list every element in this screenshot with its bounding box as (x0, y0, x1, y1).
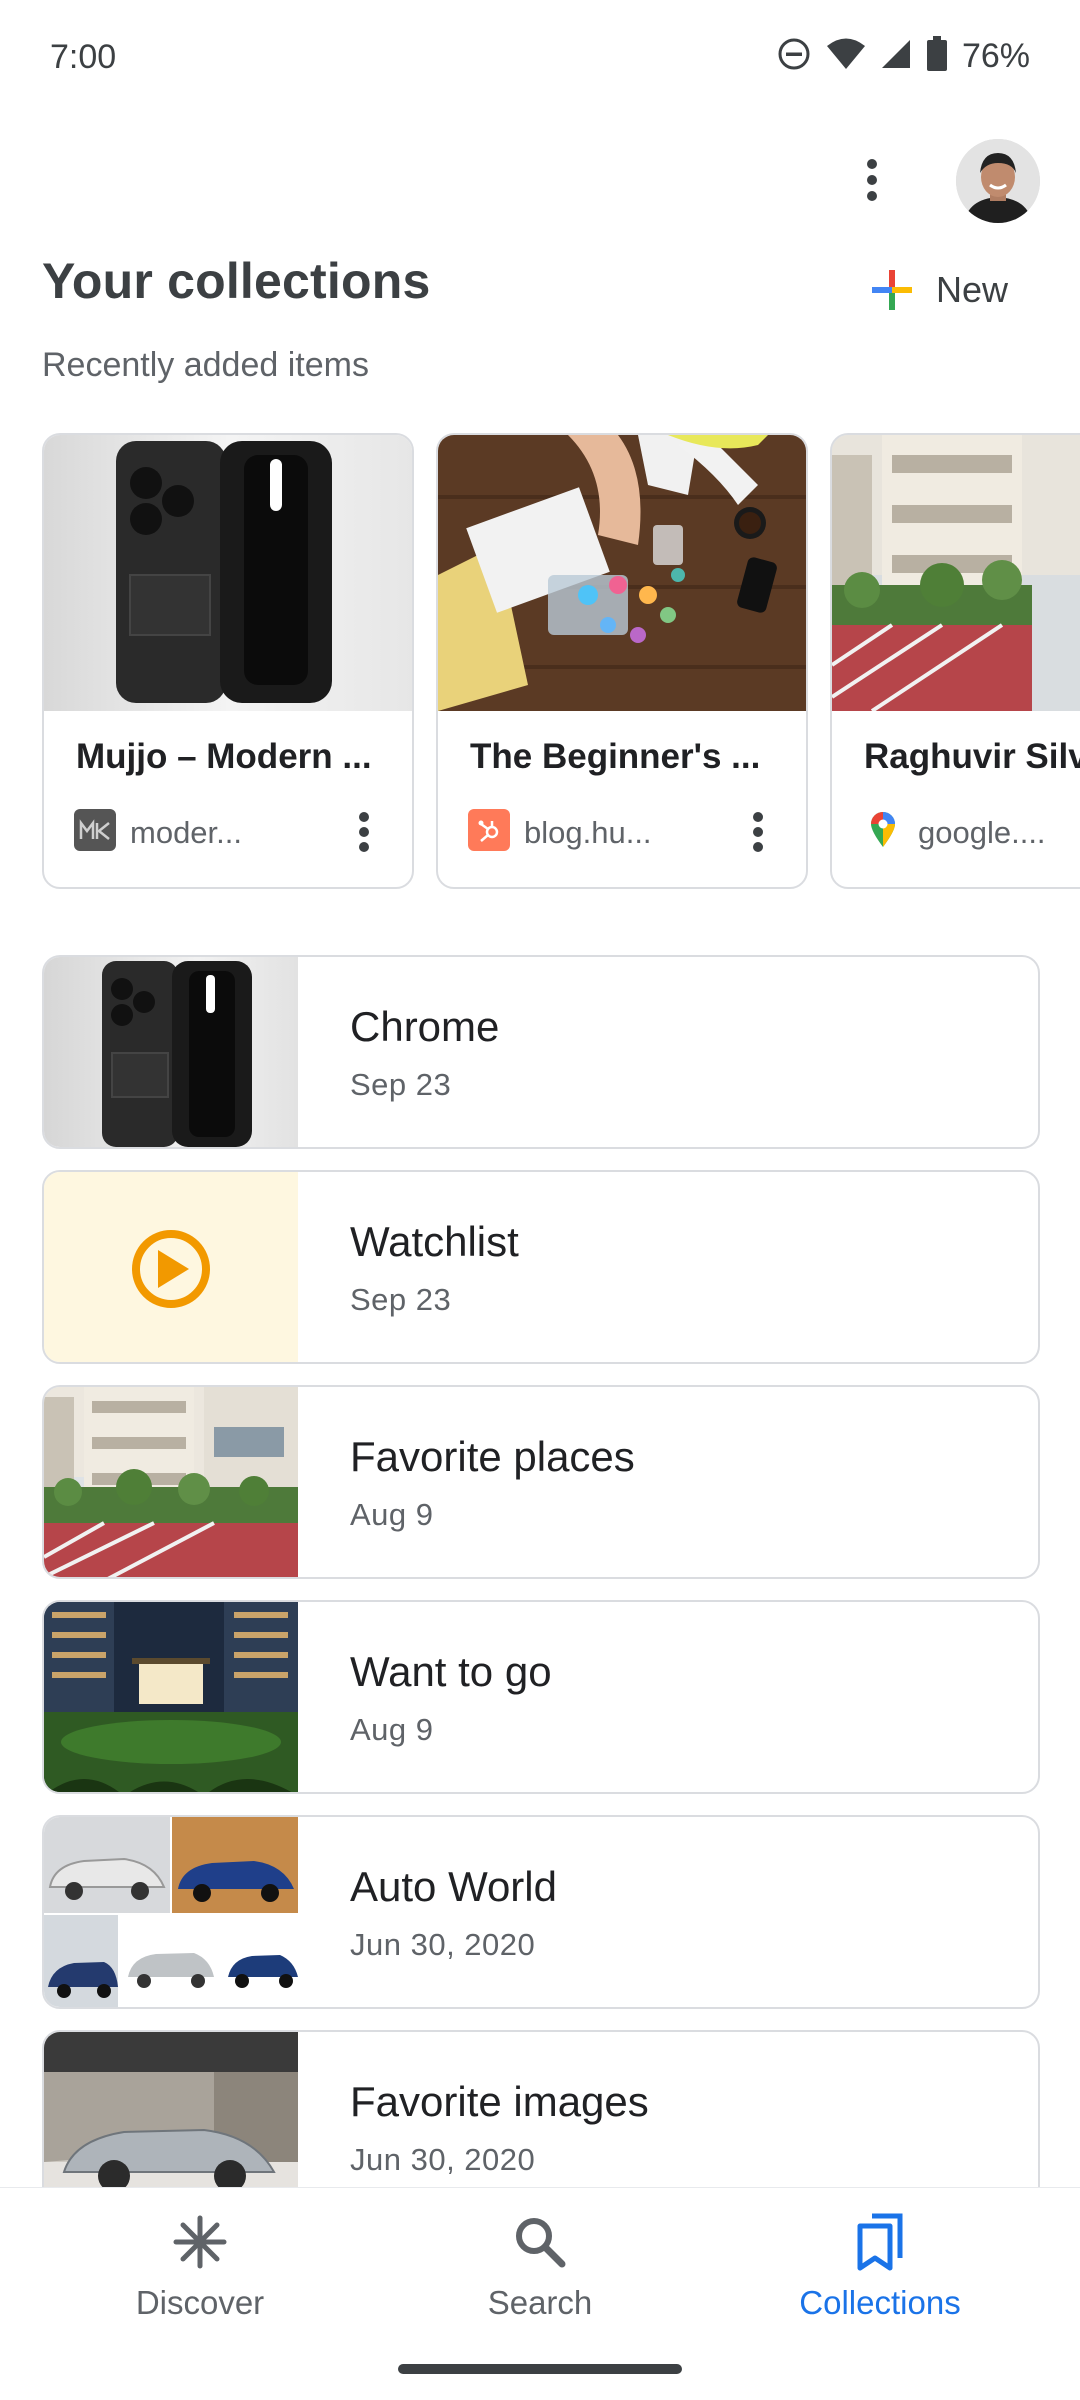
collection-item-watchlist[interactable]: Watchlist Sep 23 (42, 1170, 1040, 1364)
recent-item-title: Mujjo – Modern ... (76, 737, 372, 776)
account-avatar[interactable] (956, 139, 1040, 223)
nav-collections-label: Collections (799, 2284, 961, 2321)
nav-discover[interactable]: Discover (80, 2212, 320, 2342)
status-icons: 76% (776, 36, 1030, 77)
bookmarks-icon (857, 2213, 903, 2271)
collection-date: Sep 23 (350, 1282, 452, 1317)
recent-item-source: blog.hu... (524, 815, 652, 850)
asterisk-icon (173, 2215, 227, 2269)
nav-discover-label: Discover (135, 2284, 265, 2321)
collection-name: Want to go (350, 1648, 552, 1695)
home-indicator[interactable] (398, 2364, 682, 2374)
cell-signal-icon (880, 38, 912, 75)
new-collection-button[interactable]: New (870, 262, 1008, 318)
new-collection-label: New (936, 269, 1009, 310)
page-title: Your collections (42, 253, 431, 309)
battery-icon (926, 36, 948, 77)
item-more-button[interactable] (738, 797, 778, 867)
collection-date: Aug 9 (350, 1497, 434, 1532)
collection-date: Jun 30, 2020 (350, 2142, 536, 2177)
recent-item-source: moder... (130, 815, 242, 850)
nav-search[interactable]: Search (420, 2212, 660, 2342)
do-not-disturb-icon (776, 36, 812, 77)
collection-thumbnail (44, 1172, 298, 1362)
recent-item-title: Raghuvir Silv (864, 737, 1080, 776)
recent-item-image (438, 435, 806, 711)
collection-date: Aug 9 (350, 1712, 434, 1747)
recent-item-card[interactable]: Mujjo – Modern ... moder... (42, 433, 414, 889)
collection-item-favorite-places[interactable]: Favorite places Aug 9 (42, 1385, 1040, 1579)
status-time: 7:00 (50, 38, 117, 76)
maps-pin-favicon-icon (862, 809, 904, 851)
more-vert-icon (359, 812, 369, 852)
recent-items-carousel[interactable]: Mujjo – Modern ... moder... The Beginner… (42, 433, 1080, 891)
colorful-plus-icon (872, 270, 912, 310)
recent-item-source: google.... (918, 815, 1046, 850)
overflow-menu-button[interactable] (852, 146, 892, 214)
item-more-button[interactable] (344, 797, 384, 867)
status-bar: 7:00 76% (0, 0, 1080, 118)
mujjo-favicon-icon (74, 809, 116, 851)
collection-name: Watchlist (350, 1218, 519, 1265)
collection-date: Sep 23 (350, 1067, 452, 1102)
collection-item-auto-world[interactable]: Auto World Jun 30, 2020 (42, 1815, 1040, 2009)
collection-name: Auto World (350, 1863, 557, 1910)
collection-thumbnail (44, 1817, 298, 2007)
hubspot-favicon-icon (468, 809, 510, 851)
wifi-icon (826, 37, 866, 76)
recent-item-card[interactable]: The Beginner's ... blog.hu... (436, 433, 808, 889)
collection-thumbnail (44, 1387, 298, 1577)
recent-item-card[interactable]: Raghuvir Silv google.... (830, 433, 1080, 889)
collection-name: Favorite images (350, 2078, 649, 2125)
collection-name: Favorite places (350, 1433, 635, 1480)
recent-item-image (832, 435, 1080, 711)
play-circle-icon (132, 1230, 210, 1308)
search-icon (516, 2218, 566, 2268)
collection-item-chrome[interactable]: Chrome Sep 23 (42, 955, 1040, 1149)
battery-percent: 76% (961, 37, 1030, 75)
collection-item-want-to-go[interactable]: Want to go Aug 9 (42, 1600, 1040, 1794)
nav-collections[interactable]: Collections (760, 2212, 1000, 2342)
recent-item-title: The Beginner's ... (470, 737, 761, 776)
collection-date: Jun 30, 2020 (350, 1927, 536, 1962)
collection-thumbnail (44, 1602, 298, 1792)
more-vert-icon (867, 159, 877, 201)
collection-name: Chrome (350, 1003, 500, 1050)
nav-search-label: Search (487, 2284, 593, 2321)
recent-item-image (44, 435, 412, 711)
more-vert-icon (753, 812, 763, 852)
collection-thumbnail (44, 957, 298, 1147)
section-subtitle: Recently added items (42, 346, 369, 384)
